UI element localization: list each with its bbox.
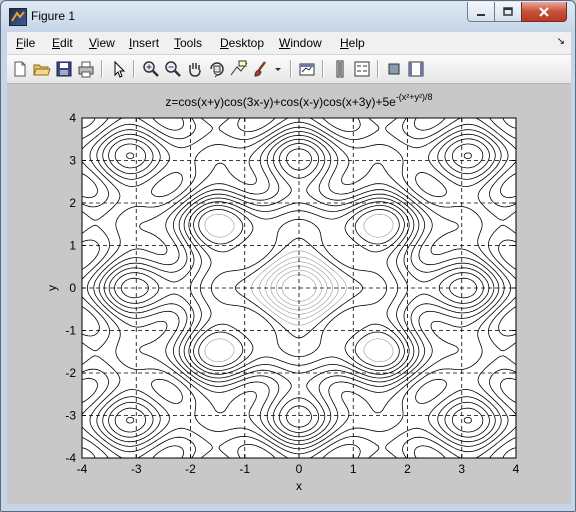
menu-help[interactable]: Help [340,36,365,50]
data-cursor-icon[interactable] [229,59,249,79]
y-tick-label: -1 [65,324,76,338]
window-title: Figure 1 [31,9,76,23]
chart-title: z=cos(x+y)cos(3x-y)+cos(x-y)cos(x+3y)+5e… [165,92,432,109]
dock-arrow-icon[interactable]: ↘ [557,36,565,47]
contour-plot: -4 -3 -2 -1 0 1 2 3 4 -4 -3 -2 -1 0 1 2 3 4 x y z=cos(x+y)co… [45,92,520,493]
x-tick-label: 2 [404,462,411,476]
rotate-3d-icon[interactable] [207,59,227,79]
open-file-icon[interactable] [32,59,52,79]
print-icon[interactable] [76,59,96,79]
toolbar-separator [133,60,135,78]
x-axis-label: x [296,479,302,493]
menu-insert[interactable]: Insert [129,36,159,50]
maximize-button[interactable] [494,2,522,22]
toolbar-separator [101,60,103,78]
y-tick-label: 3 [69,154,76,168]
close-icon [539,6,549,17]
maximize-icon [503,6,513,16]
menu-window[interactable]: Window [279,36,322,50]
toolbar-separator [290,60,292,78]
toolbar-separator [377,60,379,78]
y-tick-label: 1 [69,239,76,253]
x-tick-label: 3 [458,462,465,476]
y-axis-label: y [45,285,59,291]
menu-edit[interactable]: Edit [52,36,73,50]
minimize-icon [477,13,485,16]
legend-icon[interactable] [352,59,372,79]
menu-view[interactable]: View [89,36,115,50]
x-tick-label: -3 [131,462,142,476]
zoom-in-icon[interactable] [141,59,161,79]
y-tick-label: -2 [65,366,76,380]
menu-file[interactable]: File [16,36,35,50]
figure-toolbar [7,55,571,84]
new-figure-icon[interactable] [10,59,30,79]
x-tick-label: -2 [185,462,196,476]
y-tick-label: -3 [65,409,76,423]
y-tick-label: -4 [65,451,76,465]
chart-title-main: z=cos(x+y)cos(3x-y)+cos(x-y)cos(x+3y)+5e [165,95,396,109]
minimize-button[interactable] [467,2,495,22]
title-bar[interactable]: Figure 1 [1,1,575,31]
toolbar-separator [322,60,324,78]
x-tick-label: 1 [350,462,357,476]
link-plot-icon[interactable] [297,59,317,79]
zoom-out-icon[interactable] [163,59,183,79]
hide-plot-tools-icon[interactable] [384,59,404,79]
menu-tools[interactable]: Tools [174,36,202,50]
x-tick-label: 0 [296,462,303,476]
colorbar-icon[interactable] [330,59,350,79]
show-plot-tools-icon[interactable] [406,59,426,79]
save-icon[interactable] [54,59,74,79]
figure-canvas: -4 -3 -2 -1 0 1 2 3 4 -4 -3 -2 -1 0 1 2 3 4 x y z=cos(x+y)co… [7,84,571,504]
menu-bar: File Edit View Insert Tools Desktop Wind… [7,32,571,55]
matlab-icon [9,8,27,26]
chart-title-exponent: -(x²+y²)/8 [396,92,433,102]
edit-plot-arrow-icon[interactable] [109,59,129,79]
x-tick-label: -4 [77,462,88,476]
brush-icon[interactable] [251,59,271,79]
close-button[interactable] [521,2,567,22]
y-tick-label: 0 [69,281,76,295]
y-tick-label: 4 [69,111,76,125]
figure-window: Figure 1 File Edit View Insert Tools Des… [0,0,576,512]
x-tick-label: 4 [513,462,520,476]
y-tick-label: 2 [69,196,76,210]
menu-desktop[interactable]: Desktop [220,36,264,50]
brush-dropdown-icon[interactable] [273,59,283,79]
x-tick-label: -1 [239,462,250,476]
pan-hand-icon[interactable] [185,59,205,79]
